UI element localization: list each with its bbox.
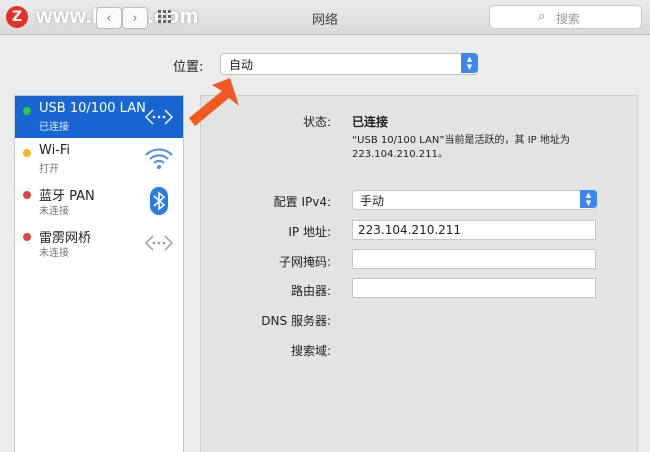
ip-address-label: IP 地址: bbox=[288, 225, 331, 239]
router-field[interactable] bbox=[352, 278, 596, 298]
annotation-arrow-icon bbox=[189, 78, 239, 126]
title-bar: Z www.MacZ.com ‹ › 网络 ⌕ 搜索 bbox=[0, 0, 650, 35]
subnet-mask-label: 子网掩码: bbox=[278, 255, 331, 269]
service-name: Wi-Fi bbox=[39, 143, 71, 158]
service-status: 打开 bbox=[39, 164, 59, 175]
status-dot-yellow bbox=[23, 149, 31, 157]
search-field[interactable]: ⌕ 搜索 bbox=[489, 5, 642, 29]
router-label: 路由器: bbox=[290, 284, 331, 298]
subnet-mask-field[interactable] bbox=[352, 249, 596, 269]
ip-address-value: 223.104.210.211 bbox=[358, 223, 462, 237]
search-placeholder: 搜索 bbox=[556, 12, 581, 26]
wifi-icon bbox=[145, 148, 173, 169]
chevron-updown-icon: ▲ ▼ bbox=[461, 53, 478, 73]
service-status: 未连接 bbox=[39, 248, 69, 259]
service-status: 已连接 bbox=[39, 122, 69, 133]
detail-panel: 状态: 已连接 “USB 10/100 LAN”当前是活跃的，其 IP 地址为 … bbox=[200, 95, 638, 452]
chevron-updown-icon: ▲ ▼ bbox=[580, 190, 597, 208]
search-domain-label: 搜索域: bbox=[290, 344, 331, 358]
status-dot-red bbox=[23, 191, 31, 199]
location-value: 自动 bbox=[229, 58, 254, 72]
service-list: USB 10/100 LAN 已连接 Wi-Fi 打开 蓝牙 PAN 未连接 雷… bbox=[14, 95, 184, 452]
thunderbolt-bridge-icon bbox=[145, 235, 173, 251]
status-description: “USB 10/100 LAN”当前是活跃的，其 IP 地址为 223.104.… bbox=[352, 135, 570, 160]
status-label: 状态: bbox=[302, 115, 331, 129]
service-item-wifi[interactable]: Wi-Fi 打开 bbox=[15, 138, 183, 180]
dns-server-label: DNS 服务器: bbox=[261, 314, 331, 328]
ip-address-field[interactable]: 223.104.210.211 bbox=[352, 220, 596, 240]
bluetooth-icon bbox=[150, 187, 168, 215]
status-dot-red bbox=[23, 233, 31, 241]
service-name: USB 10/100 LAN bbox=[39, 101, 146, 116]
service-status: 未连接 bbox=[39, 206, 69, 217]
ethernet-icon bbox=[145, 109, 173, 125]
search-icon: ⌕ bbox=[538, 9, 546, 24]
location-label: 位置: bbox=[173, 60, 204, 75]
config-ipv4-value: 手动 bbox=[360, 194, 385, 208]
location-select[interactable]: 自动 ▲ ▼ bbox=[220, 53, 478, 75]
service-item-usb-lan[interactable]: USB 10/100 LAN 已连接 bbox=[15, 96, 183, 138]
status-value: 已连接 bbox=[352, 115, 389, 129]
config-ipv4-label: 配置 IPv4: bbox=[273, 195, 331, 209]
config-ipv4-select[interactable]: 手动 ▲ ▼ bbox=[352, 190, 597, 210]
status-dot-green bbox=[23, 107, 31, 115]
service-item-bluetooth-pan[interactable]: 蓝牙 PAN 未连接 bbox=[15, 180, 183, 222]
service-item-thunderbolt-bridge[interactable]: 雷雳网桥 未连接 bbox=[15, 222, 183, 264]
